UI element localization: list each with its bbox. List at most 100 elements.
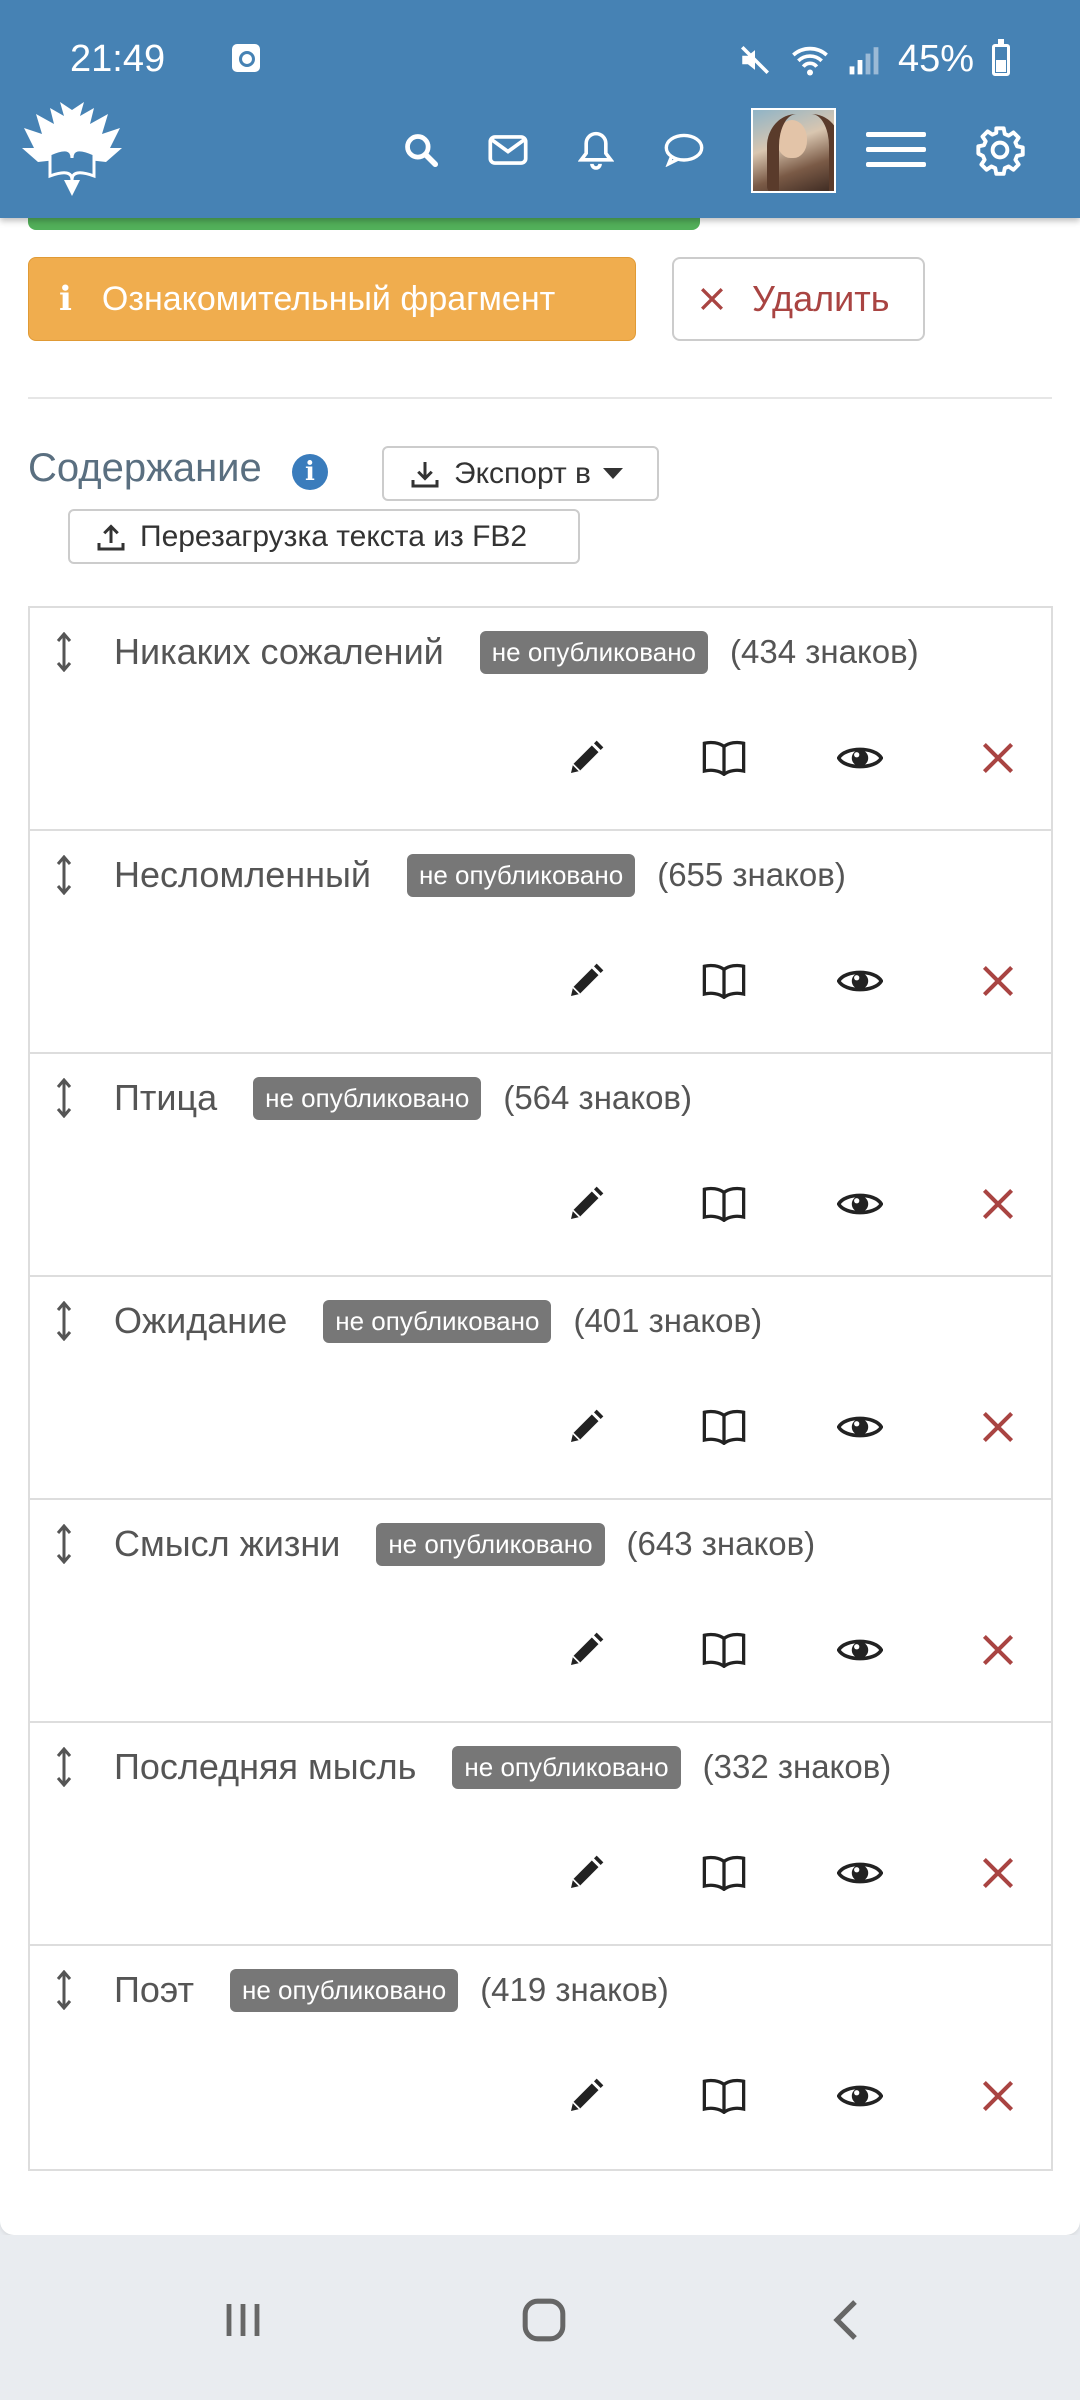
close-icon xyxy=(698,285,726,313)
contents-info-icon[interactable]: i xyxy=(292,454,328,490)
status-time: 21:49 xyxy=(70,38,166,80)
upload-icon xyxy=(96,522,126,552)
wifi-icon xyxy=(792,46,828,75)
view-eye-icon[interactable] xyxy=(830,953,890,1009)
back-icon[interactable] xyxy=(812,2285,882,2355)
reload-fb2-label: Перезагрузка текста из FB2 xyxy=(140,519,528,553)
chapter-row: Поэт не опубликовано (419 знаков) xyxy=(30,1946,1051,2169)
delete-chapter-icon[interactable] xyxy=(968,1845,1028,1901)
view-eye-icon[interactable] xyxy=(830,730,890,786)
status-badge: не опубликовано xyxy=(452,1745,681,1789)
home-icon[interactable] xyxy=(509,2285,579,2355)
alarm-icon xyxy=(232,44,260,72)
chapter-row: Несломленный не опубликовано (655 знаков) xyxy=(30,831,1051,1054)
status-badge: не опубликовано xyxy=(229,1968,459,2012)
drag-handle-icon[interactable] xyxy=(56,1969,72,2011)
view-eye-icon[interactable] xyxy=(830,2068,890,2124)
delete-chapter-icon[interactable] xyxy=(968,730,1028,786)
search-icon[interactable] xyxy=(393,122,449,178)
app-header: 21:49 45% xyxy=(0,0,1080,218)
delete-chapter-icon[interactable] xyxy=(968,2068,1028,2124)
status-badge: не опубликовано xyxy=(323,1299,552,1343)
chapter-title[interactable]: Никаких сожалений xyxy=(114,631,444,673)
drag-handle-icon[interactable] xyxy=(56,1300,72,1342)
hamburger-menu-icon[interactable] xyxy=(866,122,926,178)
chapter-title[interactable]: Несломленный xyxy=(114,854,371,896)
battery-icon xyxy=(992,38,1010,76)
avatar[interactable] xyxy=(751,108,836,193)
info-icon: i xyxy=(59,279,72,319)
book-edit-card: i Ознакомительный фрагмент Удалить Содер… xyxy=(0,210,1080,2235)
status-bar: 21:49 45% xyxy=(0,0,1080,90)
chat-icon[interactable] xyxy=(656,122,712,178)
preview-fragment-label: Ознакомительный фрагмент xyxy=(101,279,556,318)
edit-pencil-icon[interactable] xyxy=(556,730,616,786)
export-dropdown-button[interactable]: Экспорт в xyxy=(382,446,659,501)
edit-pencil-icon[interactable] xyxy=(556,2068,616,2124)
delete-chapter-icon[interactable] xyxy=(968,1622,1028,1678)
delete-chapter-icon[interactable] xyxy=(968,1399,1028,1455)
delete-chapter-icon[interactable] xyxy=(968,953,1028,1009)
status-badge: не опубликовано xyxy=(406,853,636,897)
edit-pencil-icon[interactable] xyxy=(556,1176,616,1232)
chapter-char-count: (332 знаков) xyxy=(702,1748,892,1785)
read-book-icon[interactable] xyxy=(694,953,754,1009)
system-nav-bar xyxy=(0,2235,1080,2400)
chapter-list: Никаких сожалений не опубликовано (434 зна… xyxy=(28,606,1053,2171)
drag-handle-icon[interactable] xyxy=(56,1746,72,1788)
chapter-char-count: (655 знаков) xyxy=(657,856,846,893)
divider xyxy=(28,397,1052,399)
view-eye-icon[interactable] xyxy=(830,1845,890,1901)
read-book-icon[interactable] xyxy=(694,730,754,786)
chapter-row: Ожидание не опубликовано (401 знаков) xyxy=(30,1277,1051,1500)
edit-pencil-icon[interactable] xyxy=(556,1622,616,1678)
edit-pencil-icon[interactable] xyxy=(556,953,616,1009)
recent-apps-icon[interactable] xyxy=(208,2285,278,2355)
status-badge: не опубликовано xyxy=(253,1076,482,1120)
chapter-row: Смысл жизни не опубликовано (643 знаков) xyxy=(30,1500,1051,1723)
read-book-icon[interactable] xyxy=(694,1399,754,1455)
drag-handle-icon[interactable] xyxy=(56,631,72,673)
view-eye-icon[interactable] xyxy=(830,1176,890,1232)
view-eye-icon[interactable] xyxy=(830,1622,890,1678)
gear-icon[interactable] xyxy=(972,122,1028,178)
view-eye-icon[interactable] xyxy=(830,1399,890,1455)
chapter-char-count: (419 знаков) xyxy=(480,1971,669,2008)
caret-down-icon xyxy=(603,468,623,479)
chapter-row: Никаких сожалений не опубликовано (434 зна… xyxy=(30,608,1051,831)
signal-icon xyxy=(849,46,879,74)
chapter-title[interactable]: Последняя мысль xyxy=(114,1746,416,1788)
logo-eagle-book-icon[interactable] xyxy=(20,100,125,198)
read-book-icon[interactable] xyxy=(694,1845,754,1901)
delete-button[interactable]: Удалить xyxy=(672,257,925,341)
read-book-icon[interactable] xyxy=(694,1622,754,1678)
status-badge: не опубликовано xyxy=(479,630,709,674)
chapter-char-count: (401 знаков) xyxy=(573,1302,763,1339)
chapter-title[interactable]: Поэт xyxy=(114,1969,194,2011)
edit-pencil-icon[interactable] xyxy=(556,1399,616,1455)
chapter-title[interactable]: Ожидание xyxy=(114,1300,287,1342)
drag-handle-icon[interactable] xyxy=(56,1077,72,1119)
download-icon xyxy=(410,459,440,489)
bell-icon[interactable] xyxy=(568,122,624,178)
mail-icon[interactable] xyxy=(480,122,536,178)
edit-pencil-icon[interactable] xyxy=(556,1845,616,1901)
drag-handle-icon[interactable] xyxy=(56,854,72,896)
drag-handle-icon[interactable] xyxy=(56,1523,72,1565)
read-book-icon[interactable] xyxy=(694,1176,754,1232)
reload-fb2-button[interactable]: Перезагрузка текста из FB2 xyxy=(68,509,580,564)
battery-percent: 45% xyxy=(897,38,974,80)
chapter-row: Птица не опубликовано (564 знаков) xyxy=(30,1054,1051,1277)
delete-chapter-icon[interactable] xyxy=(968,1176,1028,1232)
mute-icon xyxy=(740,45,769,74)
chapter-char-count: (643 знаков) xyxy=(626,1525,816,1562)
contents-heading: Содержание xyxy=(28,446,262,490)
read-book-icon[interactable] xyxy=(694,2068,754,2124)
chapter-title[interactable]: Смысл жизни xyxy=(114,1523,340,1565)
status-badge: не опубликовано xyxy=(376,1522,605,1566)
delete-label: Удалить xyxy=(752,278,890,319)
chapter-char-count: (564 знаков) xyxy=(503,1079,692,1116)
export-label: Экспорт в xyxy=(454,456,591,490)
preview-fragment-button[interactable]: i Ознакомительный фрагмент xyxy=(28,257,636,341)
chapter-title[interactable]: Птица xyxy=(114,1077,217,1119)
